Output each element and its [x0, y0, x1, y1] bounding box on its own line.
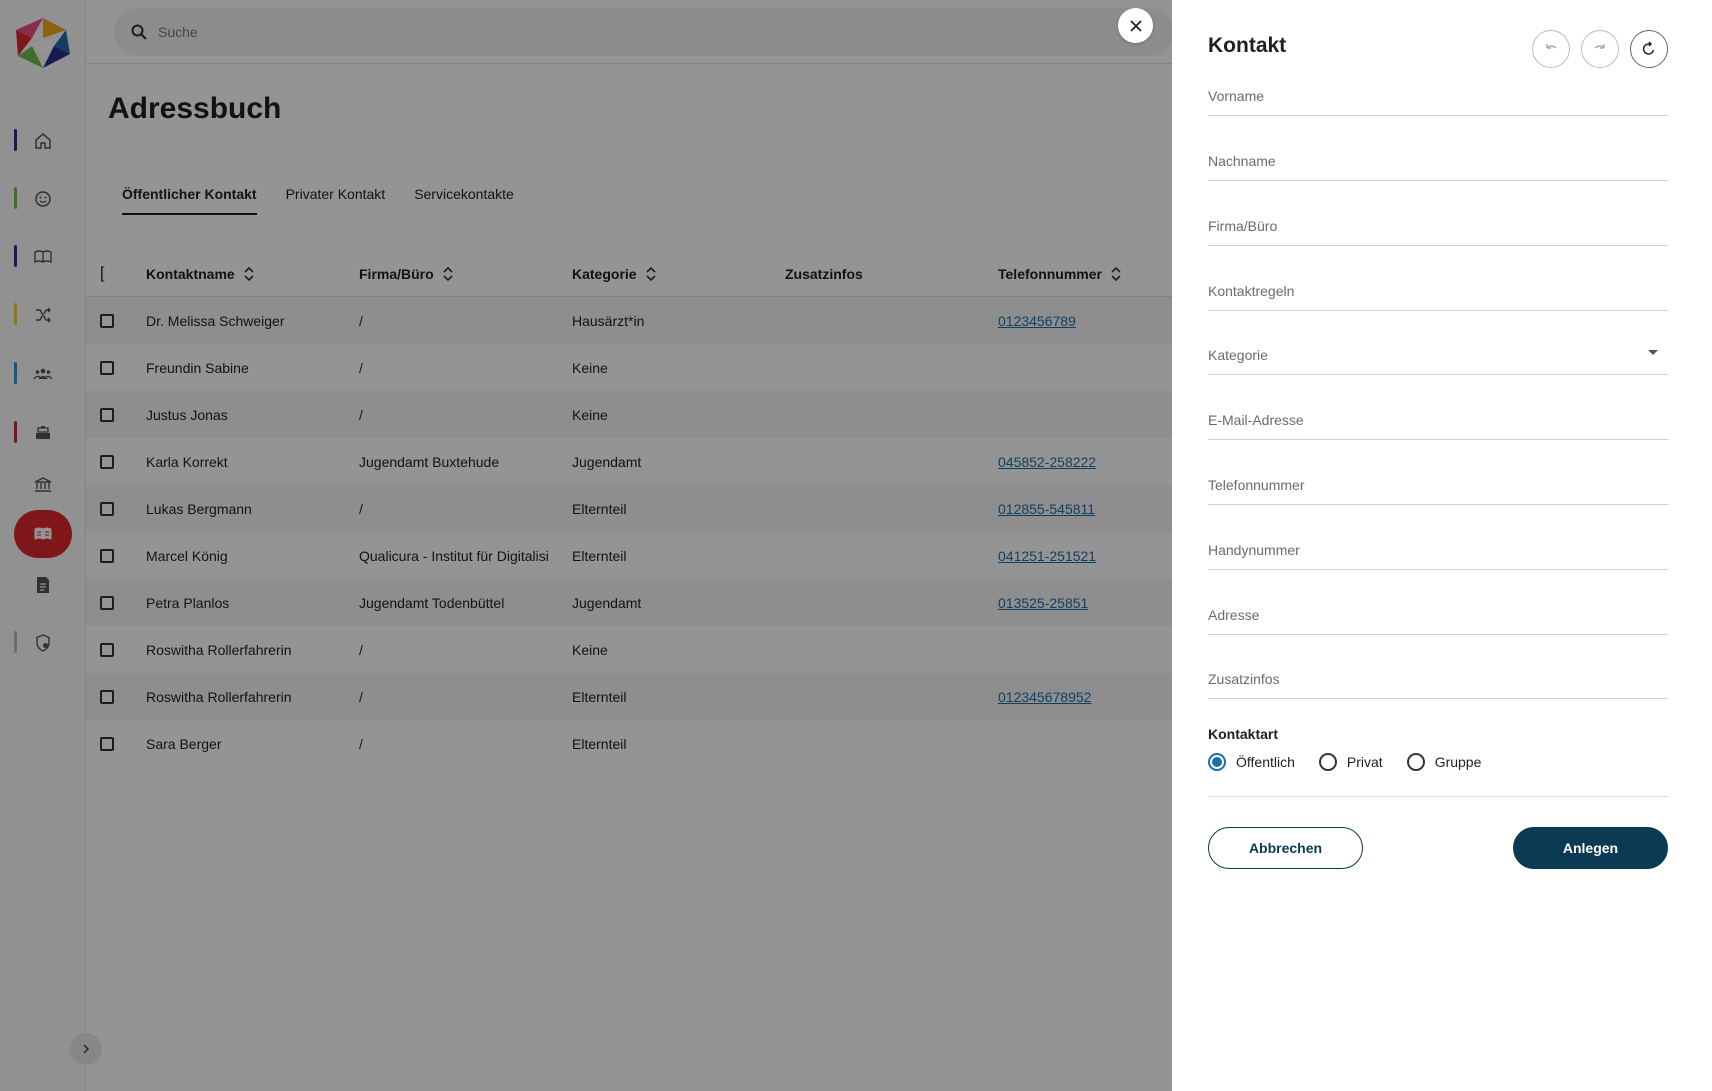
- zusatzinfos-input[interactable]: [1208, 670, 1668, 687]
- radio-selected-icon: [1208, 753, 1226, 771]
- adresse-input[interactable]: [1208, 606, 1668, 623]
- contact-drawer: Kontakt Kontaktart Öffentlich Privat Gru…: [1172, 0, 1712, 1091]
- adresse-field[interactable]: [1208, 595, 1668, 635]
- firma-input[interactable]: [1208, 217, 1668, 234]
- email-input[interactable]: [1208, 411, 1668, 428]
- telefon-input[interactable]: [1208, 476, 1668, 493]
- close-drawer-button[interactable]: [1118, 8, 1153, 43]
- vorname-field[interactable]: [1208, 76, 1668, 116]
- nachname-input[interactable]: [1208, 152, 1668, 169]
- radio-unselected-icon: [1318, 753, 1337, 771]
- handy-input[interactable]: [1208, 541, 1668, 558]
- undo-button[interactable]: [1532, 30, 1570, 68]
- create-button[interactable]: Anlegen: [1513, 827, 1668, 869]
- close-icon: [1129, 19, 1142, 32]
- kontaktregeln-input[interactable]: [1208, 282, 1668, 299]
- nachname-field[interactable]: [1208, 141, 1668, 181]
- radio-privat[interactable]: Privat: [1318, 753, 1383, 771]
- modal-backdrop[interactable]: [0, 0, 1172, 1091]
- kategorie-input[interactable]: [1208, 346, 1668, 363]
- reset-button[interactable]: [1630, 30, 1668, 68]
- undo-icon: [1546, 44, 1557, 49]
- redo-button[interactable]: [1581, 30, 1619, 68]
- redo-icon: [1594, 44, 1605, 49]
- radio-gruppe[interactable]: Gruppe: [1406, 753, 1481, 771]
- kontaktart-label: Kontaktart: [1208, 726, 1279, 742]
- vorname-input[interactable]: [1208, 87, 1668, 104]
- radio-oeffentlich[interactable]: Öffentlich: [1208, 753, 1295, 771]
- dropdown-arrow-icon: [1648, 350, 1658, 355]
- telefon-field[interactable]: [1208, 465, 1668, 505]
- drawer-title: Kontakt: [1208, 34, 1287, 57]
- kontaktart-radio-group: Öffentlich Privat Gruppe: [1208, 753, 1505, 771]
- firma-field[interactable]: [1208, 206, 1668, 246]
- kategorie-select[interactable]: [1208, 335, 1668, 375]
- radio-unselected-icon: [1406, 753, 1425, 771]
- refresh-icon: [1642, 41, 1655, 55]
- zusatzinfos-field[interactable]: [1208, 659, 1668, 699]
- app-root: Adressbuch Öffentlicher Kontakt Privater…: [0, 0, 1712, 1091]
- handy-field[interactable]: [1208, 530, 1668, 570]
- cancel-button[interactable]: Abbrechen: [1208, 827, 1363, 869]
- email-field[interactable]: [1208, 400, 1668, 440]
- divider: [1208, 796, 1668, 797]
- kontaktregeln-field[interactable]: [1208, 271, 1668, 311]
